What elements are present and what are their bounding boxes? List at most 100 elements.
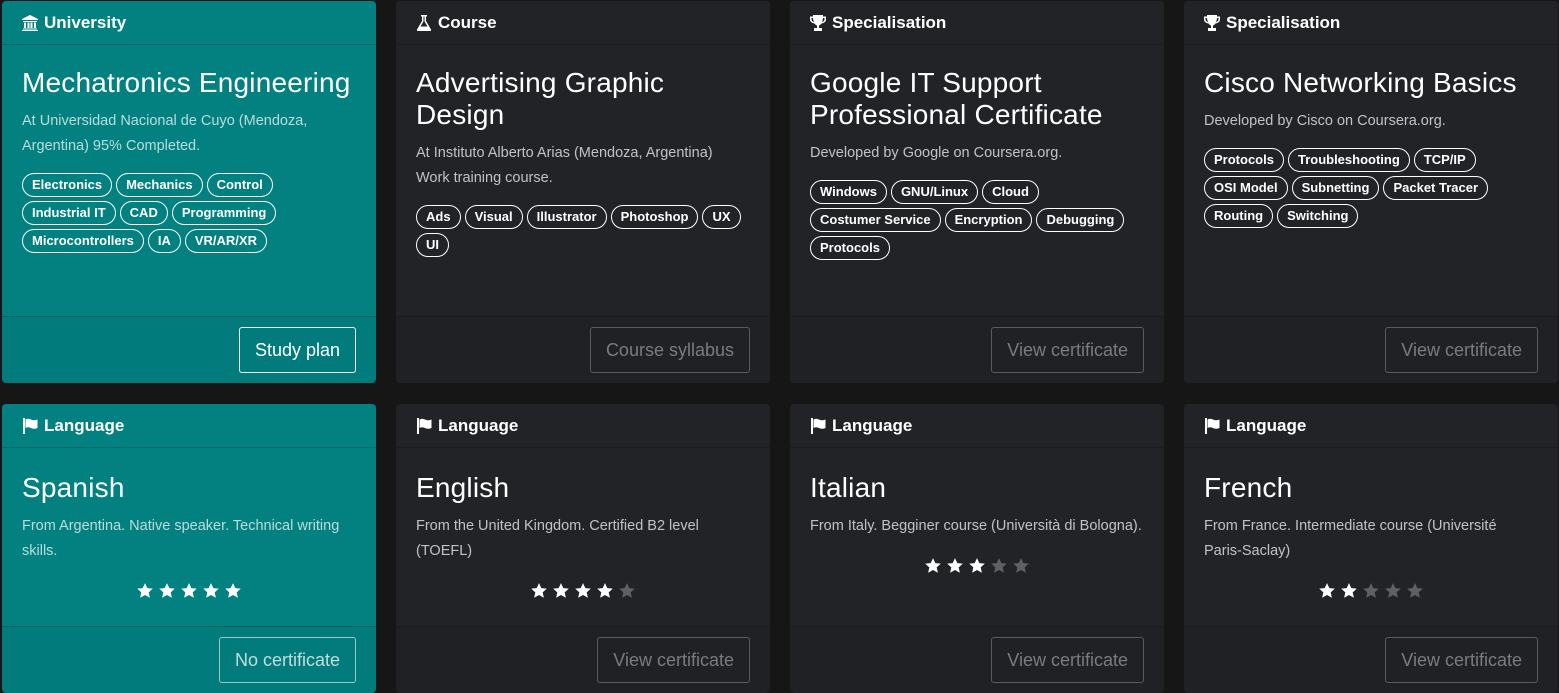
tag: OSI Model (1204, 176, 1288, 200)
view-certificate-button[interactable]: View certificate (1385, 637, 1538, 683)
tag: Windows (810, 180, 887, 204)
card-mechatronics: University Mechatronics Engineering At U… (2, 1, 376, 383)
flag-icon (417, 417, 432, 434)
card-italian: Language Italian From Italy. Begginer co… (790, 404, 1164, 693)
tag: UX (702, 205, 741, 229)
study-plan-button[interactable]: Study plan (238, 327, 356, 373)
tag: Microcontrollers (22, 229, 144, 253)
card-footer: No certificate (2, 626, 376, 693)
star-filled-icon (159, 583, 175, 598)
card-body: French From France. Intermediate course … (1184, 448, 1558, 626)
card-footer: View certificate (790, 626, 1164, 693)
card-category: Language (832, 415, 913, 435)
card-body: Advertising Graphic Design At Instituto … (396, 45, 770, 316)
view-certificate-button[interactable]: View certificate (991, 327, 1144, 373)
star-filled-icon (947, 558, 963, 573)
star-filled-icon (203, 583, 219, 598)
card-english: Language English From the United Kingdom… (396, 404, 770, 693)
star-rating (810, 557, 1144, 575)
card-footer: View certificate (1184, 316, 1558, 383)
card-title: French (1204, 472, 1293, 503)
card-header: Specialisation (790, 1, 1164, 45)
tag: Industrial IT (22, 201, 116, 225)
view-certificate-button[interactable]: View certificate (1385, 327, 1538, 373)
tag: Routing (1204, 204, 1274, 228)
university-icon (22, 14, 38, 31)
star-filled-icon (597, 583, 613, 598)
card-description: At Instituto Alberto Arias (Mendoza, Arg… (416, 145, 713, 186)
card-title: Mechatronics Engineering (22, 67, 351, 98)
star-filled-icon (137, 583, 153, 598)
card-description: Developed by Google on Coursera.org. (810, 145, 1063, 161)
card-footer: View certificate (790, 316, 1164, 383)
card-header: Specialisation (1184, 1, 1558, 45)
card-description: From Italy. Begginer course (Università … (810, 518, 1142, 534)
tag: Troubleshooting (1287, 148, 1410, 172)
card-footer: Course syllabus (396, 316, 770, 383)
tag: Subnetting (1291, 176, 1380, 200)
tag: VR/AR/XR (184, 229, 267, 253)
tag: Visual (464, 205, 523, 229)
card-body: Italian From Italy. Begginer course (Uni… (790, 448, 1164, 626)
flag-icon (23, 417, 38, 434)
tag: Costumer Service (810, 208, 941, 232)
tag: GNU/Linux (890, 180, 979, 204)
card-body: Google IT Support Professional Certifica… (790, 45, 1164, 316)
card-category: Specialisation (1226, 12, 1341, 32)
star-filled-icon (969, 558, 985, 573)
tag: TCP/IP (1413, 148, 1476, 172)
star-filled-icon (925, 558, 941, 573)
card-title: Google IT Support Professional Certifica… (810, 67, 1103, 130)
star-rating (416, 582, 750, 600)
card-category: Language (44, 415, 125, 435)
no-certificate-button[interactable]: No certificate (218, 637, 356, 683)
card-spanish: Language Spanish From Argentina. Native … (2, 404, 376, 693)
card-body: Cisco Networking Basics Developed by Cis… (1184, 45, 1558, 316)
flask-icon (416, 14, 432, 31)
card-body: English From the United Kingdom. Certifi… (396, 448, 770, 626)
card-footer: View certificate (396, 626, 770, 693)
card-header: University (2, 1, 376, 45)
card-title: Advertising Graphic Design (416, 67, 665, 130)
tag: Illustrator (526, 205, 607, 229)
card-description: Developed by Cisco on Coursera.org. (1204, 113, 1446, 129)
tag: Protocols (810, 236, 890, 260)
star-empty-icon (1407, 583, 1423, 598)
course-syllabus-button[interactable]: Course syllabus (589, 327, 750, 373)
trophy-icon (810, 14, 826, 31)
star-empty-icon (1013, 558, 1029, 573)
card-body: Mechatronics Engineering At Universidad … (2, 45, 376, 316)
card-category: Specialisation (832, 12, 947, 32)
star-empty-icon (1385, 583, 1401, 598)
card-description: From Argentina. Native speaker. Technica… (22, 518, 340, 559)
view-certificate-button[interactable]: View certificate (597, 637, 750, 683)
tag: Switching (1277, 204, 1359, 228)
tag-list: Ads Visual Illustrator Photoshop UX UI (416, 205, 750, 257)
tag: Packet Tracer (1383, 176, 1489, 200)
card-footer: View certificate (1184, 626, 1558, 693)
flag-icon (811, 417, 826, 434)
card-category: Course (438, 12, 497, 32)
tag: Control (206, 173, 273, 197)
star-rating (1204, 582, 1538, 600)
card-title: Italian (810, 472, 887, 503)
card-body: Spanish From Argentina. Native speaker. … (2, 448, 376, 626)
card-header: Language (2, 404, 376, 448)
star-filled-icon (1341, 583, 1357, 598)
card-google-it: Specialisation Google IT Support Profess… (790, 1, 1164, 383)
card-title: Cisco Networking Basics (1204, 67, 1517, 98)
card-footer: Study plan (2, 316, 376, 383)
tag: Ads (416, 205, 461, 229)
card-category: University (44, 12, 127, 32)
star-filled-icon (553, 583, 569, 598)
card-header: Language (1184, 404, 1558, 448)
tag: Mechanics (116, 173, 203, 197)
star-filled-icon (181, 583, 197, 598)
card-cisco: Specialisation Cisco Networking Basics D… (1184, 1, 1558, 383)
view-certificate-button[interactable]: View certificate (991, 637, 1144, 683)
tag: Protocols (1204, 148, 1284, 172)
star-filled-icon (225, 583, 241, 598)
tag: Photoshop (610, 205, 699, 229)
card-category: Language (438, 415, 519, 435)
card-french: Language French From France. Intermediat… (1184, 404, 1558, 693)
